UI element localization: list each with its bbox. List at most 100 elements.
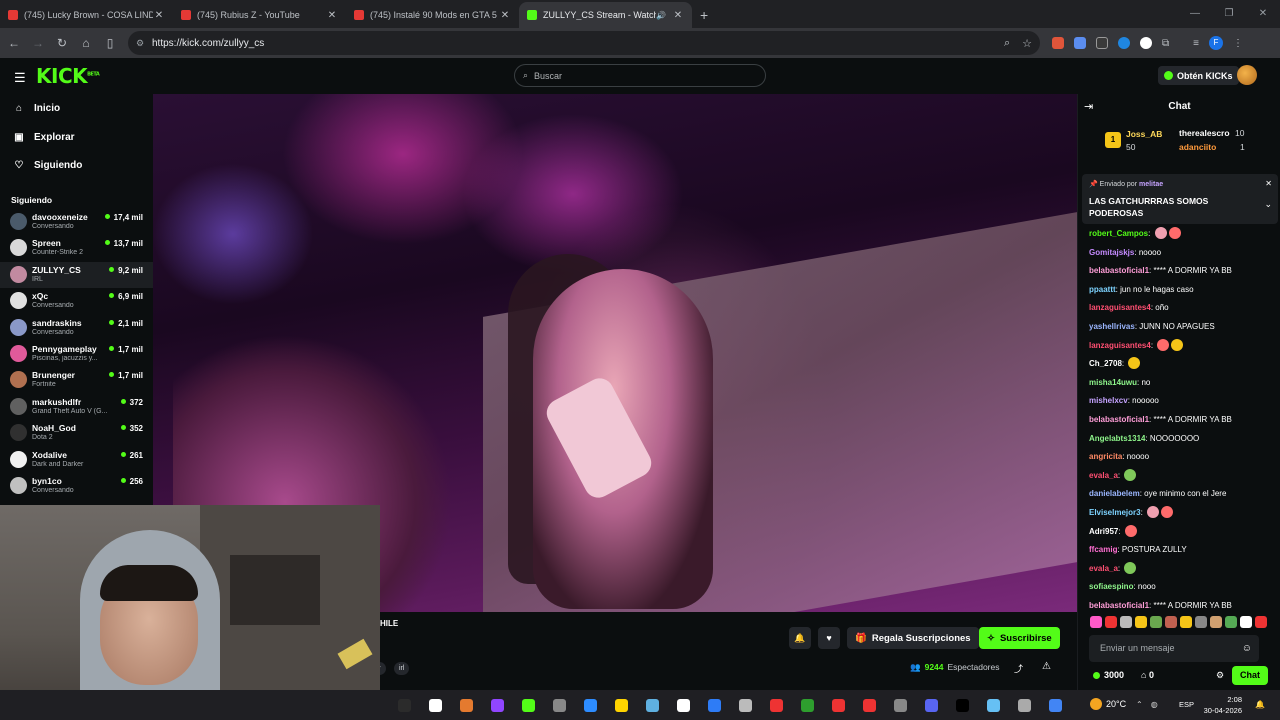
report-icon[interactable]: ⚠ bbox=[1042, 661, 1051, 672]
address-bar[interactable]: ⚙ https://kick.com/zullyy_cs ⌕ ☆ bbox=[128, 31, 1040, 55]
sidebar-channel-item[interactable]: ZULLYY_CS IRL 9,2 mil bbox=[0, 261, 153, 288]
taskbar-app-icon[interactable] bbox=[429, 699, 442, 712]
chat-username[interactable]: robert_Campos bbox=[1089, 229, 1148, 238]
taskbar-app-icon[interactable] bbox=[832, 699, 845, 712]
chat-username[interactable]: ppaattt bbox=[1089, 285, 1116, 294]
notification-icon[interactable]: 🔔 bbox=[1255, 700, 1265, 709]
extension-icon[interactable] bbox=[1118, 37, 1130, 49]
chat-input[interactable]: Enviar un mensaje ☺ bbox=[1089, 635, 1259, 662]
sidebar-item-following[interactable]: ♡ Siguiendo bbox=[14, 160, 83, 171]
taskbar-app-icon[interactable] bbox=[491, 699, 504, 712]
browser-tab[interactable]: (745) Instalé 90 Mods en GTA 5 ✕ bbox=[346, 2, 519, 28]
globe-icon[interactable]: ◍ bbox=[1151, 700, 1158, 709]
menu-icon[interactable]: ⋮ bbox=[1233, 38, 1243, 49]
chat-username[interactable]: Adri957 bbox=[1089, 527, 1118, 536]
close-tab-icon[interactable]: ✕ bbox=[326, 10, 338, 21]
browser-tab[interactable]: (745) Rubius Z - YouTube ✕ bbox=[173, 2, 346, 28]
chat-username[interactable]: Angelabts1314 bbox=[1089, 434, 1145, 443]
new-tab-button[interactable]: + bbox=[692, 7, 716, 28]
taskbar-app-icon[interactable] bbox=[460, 699, 473, 712]
subscribe-button[interactable]: ✧ Suscribirse bbox=[979, 627, 1060, 649]
search-input[interactable]: ⌕ Buscar bbox=[514, 64, 766, 87]
clock[interactable]: 2:08 30-04-2026 bbox=[1200, 694, 1242, 716]
kicks-balance[interactable]: 3000 bbox=[1093, 670, 1124, 680]
taskbar-app-icon[interactable] bbox=[987, 699, 1000, 712]
leader-first-name[interactable]: Joss_AB bbox=[1126, 129, 1162, 139]
chat-username[interactable]: Elviselmejor3 bbox=[1089, 508, 1141, 517]
chat-username[interactable]: lanzaguisantes4 bbox=[1089, 341, 1151, 350]
sidebar-item-home[interactable]: ⌂ Inicio bbox=[14, 103, 60, 114]
extension-icon[interactable] bbox=[1052, 37, 1064, 49]
media-icon[interactable]: ≡ bbox=[1193, 38, 1199, 49]
side-panel-icon[interactable]: ▯ bbox=[98, 36, 122, 50]
chat-username[interactable]: mishelxcv bbox=[1089, 396, 1128, 405]
restore-icon[interactable]: ❐ bbox=[1212, 0, 1246, 28]
follow-heart-button[interactable]: ♥ bbox=[818, 627, 840, 649]
translate-icon[interactable] bbox=[1074, 37, 1086, 49]
taskbar-app-icon[interactable] bbox=[770, 699, 783, 712]
quick-emote-icon[interactable] bbox=[1165, 616, 1177, 628]
close-window-icon[interactable]: ✕ bbox=[1246, 0, 1280, 28]
taskbar-app-icon[interactable] bbox=[677, 699, 690, 712]
send-chat-button[interactable]: Chat bbox=[1232, 666, 1268, 685]
quick-emote-icon[interactable] bbox=[1150, 616, 1162, 628]
taskbar-app-icon[interactable] bbox=[1049, 699, 1062, 712]
sidebar-channel-item[interactable]: markushdlfr Grand Theft Auto V (G... 372 bbox=[0, 394, 153, 420]
chat-username[interactable]: lanzaguisantes4 bbox=[1089, 303, 1151, 312]
close-tab-icon[interactable]: ✕ bbox=[672, 10, 684, 21]
unpin-icon[interactable]: ✕ bbox=[1265, 179, 1272, 188]
chat-username[interactable]: misha14uwu bbox=[1089, 378, 1137, 387]
chat-username[interactable]: sofiaespino bbox=[1089, 582, 1133, 591]
taskbar-app-icon[interactable] bbox=[801, 699, 814, 712]
sidebar-channel-item[interactable]: sandraskins Conversando 2,1 mil bbox=[0, 315, 153, 341]
taskbar-app-icon[interactable] bbox=[863, 699, 876, 712]
chat-settings-icon[interactable]: ⚙ bbox=[1216, 670, 1224, 681]
sidebar-item-explore[interactable]: ▣ Explorar bbox=[14, 132, 74, 143]
taskbar-app-icon[interactable] bbox=[584, 699, 597, 712]
chevron-down-icon[interactable]: ⌄ bbox=[1264, 199, 1272, 210]
quick-emote-icon[interactable] bbox=[1240, 616, 1252, 628]
sidebar-channel-item[interactable]: xQc Conversando 6,9 mil bbox=[0, 288, 153, 314]
bookmark-star-icon[interactable]: ☆ bbox=[1022, 37, 1032, 50]
zoom-icon[interactable]: ⌕ bbox=[1004, 37, 1010, 50]
taskbar-app-icon[interactable] bbox=[925, 699, 938, 712]
close-tab-icon[interactable]: ✕ bbox=[499, 10, 511, 21]
taskbar-app-icon[interactable] bbox=[615, 699, 628, 712]
quick-emote-icon[interactable] bbox=[1180, 616, 1192, 628]
taskbar-app-icon[interactable] bbox=[553, 699, 566, 712]
gift-subs-button[interactable]: 🎁 Regala Suscripciones bbox=[847, 627, 979, 649]
stream-tag[interactable]: irl bbox=[394, 662, 410, 675]
emoji-picker-icon[interactable]: ☺ bbox=[1242, 635, 1252, 662]
chevron-up-icon[interactable]: ⌃ bbox=[1136, 700, 1143, 709]
quick-emote-icon[interactable] bbox=[1120, 616, 1132, 628]
extension-icon[interactable] bbox=[1140, 37, 1152, 49]
chat-username[interactable]: belabastoficial1 bbox=[1089, 415, 1149, 424]
sidebar-channel-item[interactable]: Pennygameplay Piscinas, jacuzzis y... 1,7 … bbox=[0, 341, 153, 367]
quick-emote-icon[interactable] bbox=[1225, 616, 1237, 628]
taskbar-app-icon[interactable] bbox=[522, 699, 535, 712]
leader-second-name[interactable]: therealescro bbox=[1179, 128, 1230, 138]
quick-emote-icon[interactable] bbox=[1195, 616, 1207, 628]
reload-icon[interactable]: ↻ bbox=[50, 36, 74, 50]
close-tab-icon[interactable]: ✕ bbox=[153, 10, 165, 21]
site-info-icon[interactable]: ⚙ bbox=[136, 38, 144, 49]
pinned-message[interactable]: 📌 Enviado por melitae ✕ LAS GATCHURRRAS … bbox=[1082, 174, 1278, 224]
quick-emote-icon[interactable] bbox=[1090, 616, 1102, 628]
minimize-icon[interactable]: — bbox=[1178, 0, 1212, 28]
language-indicator[interactable]: ESP bbox=[1179, 700, 1194, 709]
share-icon[interactable]: ⤴ bbox=[1014, 662, 1023, 675]
menu-icon[interactable]: ☰ bbox=[14, 70, 26, 86]
box-balance[interactable]: ⌂ 0 bbox=[1141, 670, 1154, 680]
sidebar-channel-item[interactable]: byn1co Conversando 256 bbox=[0, 473, 153, 499]
chat-username[interactable]: Ch_2708 bbox=[1089, 359, 1122, 368]
forward-icon[interactable]: → bbox=[26, 36, 50, 50]
notification-bell-button[interactable]: 🔔 bbox=[789, 627, 811, 649]
quick-emote-icon[interactable] bbox=[1105, 616, 1117, 628]
taskbar-app-icon[interactable] bbox=[1018, 699, 1031, 712]
chat-username[interactable]: yashellrivas bbox=[1089, 322, 1135, 331]
chat-username[interactable]: belabastoficial1 bbox=[1089, 266, 1149, 275]
sidebar-channel-item[interactable]: Brunenger Fortnite 1,7 mil bbox=[0, 367, 153, 393]
chat-username[interactable]: danielabelem bbox=[1089, 489, 1140, 498]
chat-username[interactable]: evala_a bbox=[1089, 564, 1118, 573]
profile-avatar[interactable]: F bbox=[1208, 36, 1223, 50]
